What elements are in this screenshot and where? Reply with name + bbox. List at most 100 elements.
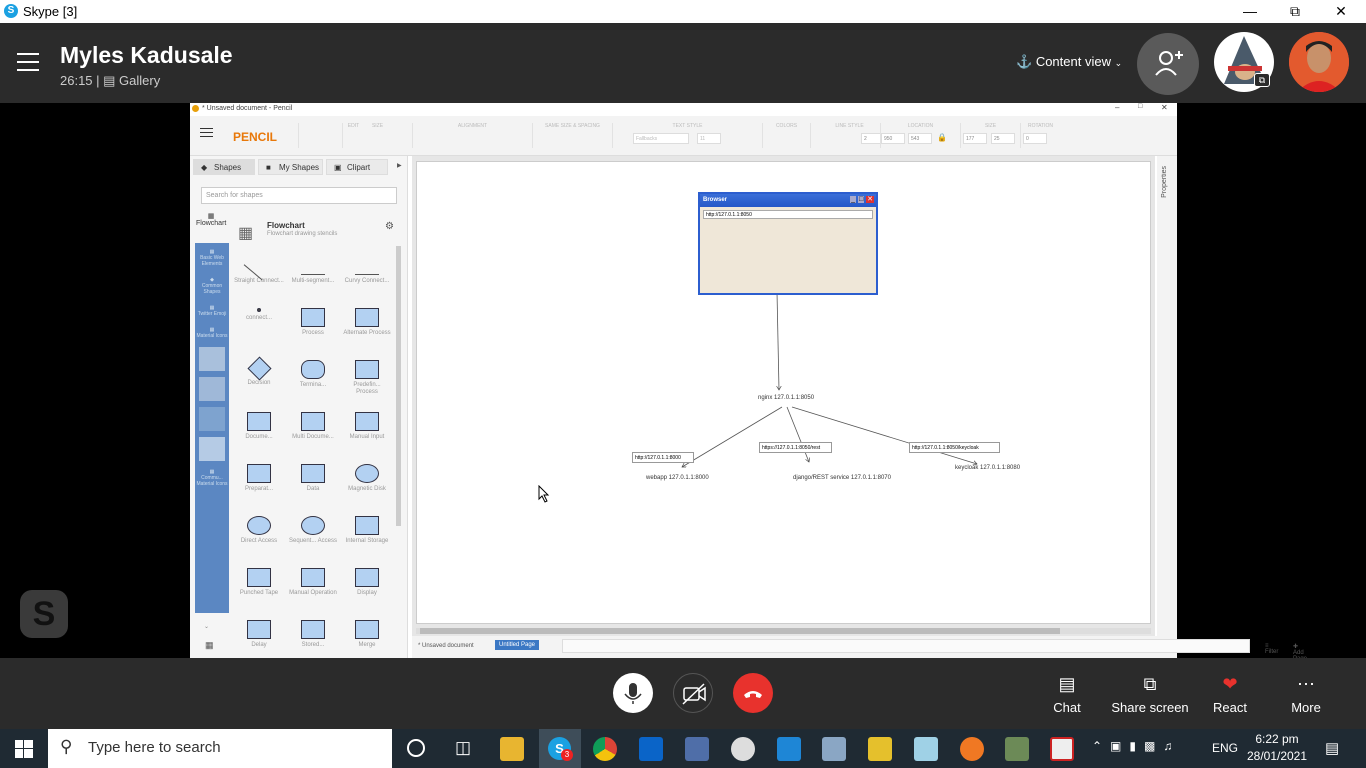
- vscode-icon[interactable]: [777, 737, 801, 761]
- node-keycloak[interactable]: keycloak 127.0.1.1:8080: [955, 465, 1020, 471]
- outlook-icon[interactable]: [639, 737, 663, 761]
- font-select[interactable]: Fallbacks: [633, 133, 689, 144]
- virtualbox-icon[interactable]: [822, 737, 846, 761]
- shape-item[interactable]: Manual Input: [342, 412, 392, 441]
- category-thumbnail[interactable]: [199, 407, 225, 431]
- category-item[interactable]: ◆ Common Shapes: [195, 267, 229, 295]
- shape-item[interactable]: Preparat...: [234, 464, 284, 493]
- category-thumbnail[interactable]: [199, 377, 225, 401]
- drawing-canvas[interactable]: Browser _ □ ✕ http://127.0.1.1:8050 ngin…: [416, 161, 1151, 624]
- shape-item[interactable]: Data: [288, 464, 338, 493]
- doc-label[interactable]: * Unsaved document: [418, 643, 474, 649]
- file-explorer-icon[interactable]: [500, 737, 524, 761]
- calendar-app-icon[interactable]: [1050, 737, 1074, 761]
- shape-item[interactable]: Process: [288, 308, 338, 337]
- pencil-restore-icon[interactable]: □: [1138, 103, 1142, 110]
- location-y-input[interactable]: 543: [908, 133, 932, 144]
- node-nginx[interactable]: nginx 127.0.1.1:8050: [758, 395, 814, 401]
- pencil-menu-icon[interactable]: [200, 128, 213, 137]
- shape-item[interactable]: Alternate Process: [342, 308, 392, 337]
- task-view-icon[interactable]: ◫: [455, 738, 471, 758]
- shape-item[interactable]: Merge: [342, 620, 392, 649]
- shape-item[interactable]: connect...: [234, 308, 284, 322]
- shape-item[interactable]: Predefin... Process: [342, 360, 392, 396]
- taskbar-search-input[interactable]: ⚲ Type here to search: [48, 729, 392, 768]
- shape-item[interactable]: Curvy Connect...: [342, 256, 392, 285]
- node-webapp[interactable]: webapp 127.0.1.1:8000: [646, 475, 709, 481]
- rotation-input[interactable]: 0: [1023, 133, 1047, 144]
- cs-tool-icon[interactable]: [868, 737, 892, 761]
- avatar[interactable]: [1289, 32, 1349, 92]
- category-item[interactable]: ▦ Basic Web Elements: [195, 243, 229, 267]
- edge-label-rest[interactable]: https://127.0.1.1:8050/rest: [759, 442, 832, 453]
- sidebar-arrow-icon[interactable]: ▶: [397, 162, 402, 169]
- shape-item[interactable]: Multi Docume...: [288, 412, 338, 441]
- pencil-app-icon[interactable]: [960, 737, 984, 761]
- shape-item[interactable]: Multi-segment...: [288, 256, 338, 285]
- node-django[interactable]: django/REST service 127.0.1.1:8070: [793, 475, 891, 481]
- grid-view-icon[interactable]: ▦: [205, 640, 214, 651]
- cortana-icon[interactable]: [407, 739, 425, 757]
- taskbar-clock[interactable]: 6:22 pm 28/01/2021: [1241, 731, 1313, 765]
- shape-search-input[interactable]: Search for shapes: [201, 187, 397, 204]
- close-button[interactable]: ✕: [1318, 0, 1364, 23]
- notification-center-icon[interactable]: ▤: [1325, 739, 1339, 757]
- security-tool-icon[interactable]: [1005, 737, 1029, 761]
- sidebar-scrollbar[interactable]: [396, 246, 401, 526]
- skype-taskbar-item[interactable]: S 3: [539, 729, 581, 768]
- more-button[interactable]: ⋯ More: [1264, 674, 1348, 715]
- add-people-button[interactable]: [1137, 33, 1199, 95]
- react-button[interactable]: ❤ React: [1188, 674, 1272, 715]
- game-icon[interactable]: [731, 737, 755, 761]
- shape-item[interactable]: Magnetic Disk: [342, 464, 392, 493]
- mic-button[interactable]: [613, 673, 653, 713]
- height-input[interactable]: 25: [991, 133, 1015, 144]
- shape-item[interactable]: Sequent... Access: [288, 516, 338, 545]
- chrome-icon[interactable]: [593, 737, 617, 761]
- layout-gallery[interactable]: Gallery: [119, 73, 160, 88]
- properties-panel-toggle[interactable]: Properties: [1157, 156, 1177, 636]
- restore-button[interactable]: ⧉: [1272, 0, 1318, 23]
- category-item[interactable]: ▦ Commu... Material Icons: [195, 461, 229, 487]
- edge-label-webapp[interactable]: http://127.0.1.1:8000: [632, 452, 694, 463]
- shape-item[interactable]: Straight Connect...: [234, 250, 284, 285]
- content-view-button[interactable]: ⚓ Content view ⌄: [1016, 54, 1122, 70]
- end-call-button[interactable]: [733, 673, 773, 713]
- language-indicator[interactable]: ENG: [1212, 741, 1238, 755]
- pencil-minimize-icon[interactable]: –: [1115, 103, 1119, 112]
- shape-item[interactable]: Direct Access: [234, 516, 284, 545]
- gear-icon[interactable]: ⚙: [385, 221, 394, 232]
- width-input[interactable]: 177: [963, 133, 987, 144]
- category-thumbnail[interactable]: [199, 437, 225, 461]
- pencil-close-icon[interactable]: ✕: [1161, 103, 1168, 112]
- tab-untitled-page[interactable]: Untitled Page: [495, 640, 540, 650]
- tab-shapes[interactable]: ◆ Shapes: [193, 159, 255, 175]
- menu-icon[interactable]: [17, 53, 39, 71]
- shape-item[interactable]: Manual Operation: [288, 568, 338, 597]
- category-item[interactable]: ▦ Twitter Emoji: [195, 295, 229, 317]
- shape-item[interactable]: Termina...: [288, 360, 338, 389]
- location-x-input[interactable]: 950: [881, 133, 905, 144]
- shape-item[interactable]: Punched Tape: [234, 568, 284, 597]
- windows-start-icon[interactable]: [15, 740, 33, 758]
- shape-item[interactable]: Delay: [234, 620, 284, 649]
- shape-item[interactable]: Internal Storage: [342, 516, 392, 545]
- shape-item[interactable]: Docume...: [234, 412, 284, 441]
- category-flowchart[interactable]: ▦ Flowchart: [196, 212, 226, 227]
- shape-item[interactable]: Stored...: [288, 620, 338, 649]
- shape-item[interactable]: Decision: [234, 356, 284, 387]
- database-tool-icon[interactable]: [914, 737, 938, 761]
- tab-clipart[interactable]: ▣ Clipart: [326, 159, 388, 175]
- chevron-down-icon[interactable]: ⌄: [204, 623, 209, 630]
- chat-button[interactable]: ▤ Chat: [1025, 674, 1109, 715]
- shape-item[interactable]: Display: [342, 568, 392, 597]
- network-tool-icon[interactable]: [685, 737, 709, 761]
- share-screen-button[interactable]: ⧉ Share screen: [1108, 674, 1192, 715]
- tab-my-shapes[interactable]: ■ My Shapes: [258, 159, 323, 175]
- category-thumbnail[interactable]: [199, 347, 225, 371]
- edge-label-keycloak[interactable]: http://127.0.1.1:8050/keycloak: [909, 442, 1000, 453]
- filter-button[interactable]: ≡ Filter: [1265, 643, 1278, 655]
- font-size-input[interactable]: 11: [697, 133, 721, 144]
- browser-shape[interactable]: Browser _ □ ✕ http://127.0.1.1:8050: [698, 192, 878, 295]
- canvas-h-scrollbar[interactable]: [416, 628, 1151, 634]
